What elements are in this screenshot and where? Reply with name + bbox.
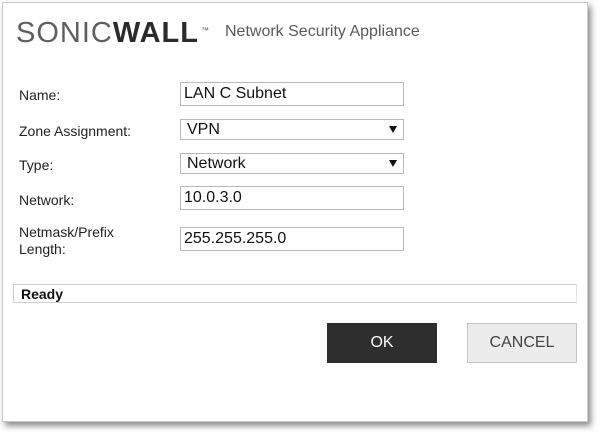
type-value: Network (187, 155, 246, 172)
netmask-input[interactable] (180, 227, 404, 251)
netmask-label: Netmask/Prefix Length: (19, 224, 114, 257)
type-select[interactable]: Network (180, 153, 404, 174)
zone-assignment-label: Zone Assignment: (19, 123, 132, 139)
address-object-dialog: SONICWALL ™ Network Security Appliance Na… (2, 2, 588, 422)
logo-wall-text: WALL (112, 17, 199, 49)
zone-assignment-value: VPN (187, 121, 220, 138)
app-title: Network Security Appliance (225, 23, 420, 40)
logo-trademark: ™ (201, 26, 210, 35)
status-bar: Ready (13, 284, 577, 303)
sonicwall-logo: SONICWALL ™ (16, 18, 210, 48)
type-label: Type: (19, 157, 54, 173)
name-label: Name: (19, 87, 61, 103)
network-label: Network: (19, 192, 75, 208)
logo-sonic-text: SONIC (16, 17, 113, 49)
zone-assignment-select[interactable]: VPN (180, 119, 404, 140)
dropdown-arrow-icon (389, 160, 397, 167)
cancel-button[interactable]: CANCEL (467, 323, 577, 363)
network-input[interactable] (180, 186, 404, 210)
dropdown-arrow-icon (389, 126, 397, 133)
status-text: Ready (21, 286, 64, 302)
name-input[interactable] (180, 82, 404, 106)
ok-button[interactable]: OK (327, 323, 437, 363)
